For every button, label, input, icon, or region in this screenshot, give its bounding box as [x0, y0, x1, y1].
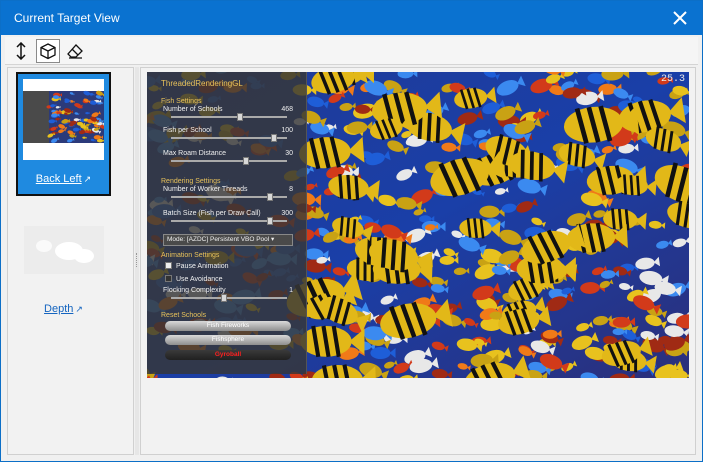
- mode-select[interactable]: Mode: [AZDC] Persistent VBO Pool ▾: [163, 234, 293, 246]
- target-item-depth[interactable]: Depth ↗: [16, 220, 111, 320]
- title-bar: Current Target View: [1, 1, 702, 35]
- panel-splitter[interactable]: [135, 67, 139, 455]
- slider-worker-threads[interactable]: Number of Worker Threads 8: [163, 186, 295, 202]
- gyroball-button[interactable]: Gyroball: [165, 350, 291, 360]
- pause-animation-checkbox[interactable]: Pause Animation: [165, 262, 229, 270]
- target-sidebar: Back Left ↗ Depth ↗: [7, 67, 134, 455]
- render-target-image: 25.3 ThreadedRenderingGL Fish Settings N…: [147, 72, 689, 378]
- animation-settings-header: Animation Settings: [161, 252, 220, 259]
- slider-knob[interactable]: [271, 134, 277, 142]
- overlay-title: ThreadedRenderingGL: [161, 79, 243, 88]
- splitter-grip[interactable]: [136, 253, 138, 267]
- link-arrow-icon: ↗: [83, 174, 92, 184]
- slider-knob[interactable]: [221, 294, 227, 302]
- slider-batch-size[interactable]: Batch Size (Fish per Draw Call) 300: [163, 210, 295, 226]
- slider-knob[interactable]: [243, 157, 249, 165]
- close-icon[interactable]: [670, 8, 690, 28]
- vertical-arrows-icon[interactable]: [9, 39, 33, 63]
- use-avoidance-checkbox[interactable]: Use Avoidance: [165, 275, 223, 283]
- link-arrow-icon: ↗: [75, 304, 83, 314]
- depth-link[interactable]: Depth: [44, 303, 73, 315]
- settings-overlay-panel: ThreadedRenderingGL Fish Settings Number…: [147, 72, 307, 374]
- reset-schools-header: Reset Schools: [161, 312, 207, 319]
- slider-max-roam-distance[interactable]: Max Roam Distance 30: [163, 150, 295, 166]
- fish-fireworks-button[interactable]: Fish Fireworks: [165, 321, 291, 331]
- back-left-thumbnail: [23, 79, 104, 160]
- slider-knob[interactable]: [237, 113, 243, 121]
- window-title: Current Target View: [14, 11, 120, 25]
- eraser-icon[interactable]: [63, 39, 87, 63]
- depth-thumbnail: [24, 226, 104, 274]
- slider-number-of-schools[interactable]: Number of Schools 468: [163, 106, 295, 122]
- slider-knob[interactable]: [267, 217, 273, 225]
- slider-flocking-complexity[interactable]: Flocking Complexity 1: [163, 287, 295, 303]
- fps-counter: 25.3: [660, 74, 685, 85]
- checkbox-box[interactable]: [165, 275, 172, 282]
- current-target-view-window: Current Target View Back Left ↗ Depth ↗ …: [0, 0, 703, 462]
- fish-settings-header: Fish Settings: [161, 98, 202, 105]
- rendering-settings-header: Rendering Settings: [161, 178, 221, 185]
- cube-icon[interactable]: [36, 39, 60, 63]
- target-item-back-left[interactable]: Back Left ↗: [16, 72, 111, 196]
- slider-knob[interactable]: [267, 193, 273, 201]
- slider-fish-per-school[interactable]: Fish per School 100: [163, 127, 295, 143]
- fishsphere-button[interactable]: Fishsphere: [165, 335, 291, 345]
- target-viewport: 25.3 ThreadedRenderingGL Fish Settings N…: [140, 67, 696, 455]
- toolbar: [5, 37, 698, 65]
- checkbox-box[interactable]: [165, 262, 172, 269]
- back-left-link[interactable]: Back Left: [36, 173, 82, 185]
